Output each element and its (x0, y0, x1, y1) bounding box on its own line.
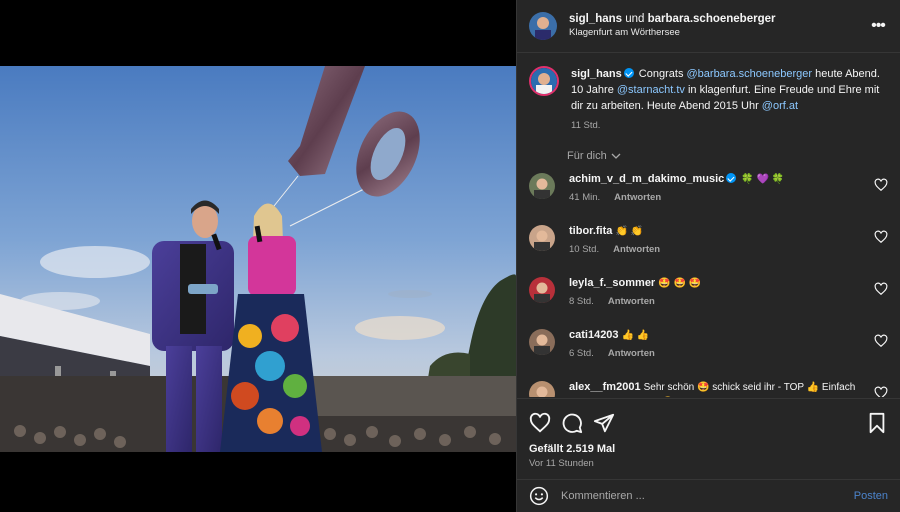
comment-meta: 6 Std. Antworten (569, 347, 874, 361)
reply-button[interactable]: Antworten (613, 244, 660, 255)
avatar-image (531, 68, 557, 94)
comment-item: cati14203 👍 👍 6 Std. Antworten (529, 328, 888, 361)
reply-button[interactable]: Antworten (614, 192, 661, 203)
avatar-image (534, 178, 550, 199)
comment-text: 🍀 💜 🍀 (741, 174, 785, 185)
reply-button[interactable]: Antworten (608, 296, 655, 307)
caption-text: sigl_hans Congrats @barbara.schoeneberge… (571, 66, 888, 134)
post-viewer: sigl_hans und barbara.schoeneberger Klag… (0, 0, 900, 512)
comment-meta: 41 Min. Antworten (569, 191, 874, 205)
comment-item: leyla_f._sommer 🤩 🤩 🤩 8 Std. Antworten (529, 276, 888, 309)
comment-username[interactable]: cati14203 (569, 329, 619, 341)
heart-icon[interactable] (529, 412, 551, 434)
comment-body: achim_v_d_m_dakimo_music 🍀 💜 🍀 41 Min. Ant… (569, 172, 874, 205)
emoji-icon[interactable] (529, 486, 549, 506)
header-and: und (622, 13, 648, 26)
reply-button[interactable]: Antworten (608, 348, 655, 359)
comment-line: cati14203 👍 👍 (569, 328, 874, 343)
comment-body: cati14203 👍 👍 6 Std. Antworten (569, 328, 874, 361)
comment-username[interactable]: tibor.fita (569, 225, 612, 237)
more-icon[interactable]: ••• (868, 16, 888, 36)
header-usernames: sigl_hans und barbara.schoeneberger (569, 12, 868, 27)
comment-time[interactable]: 8 Std. (569, 296, 594, 307)
action-icons (529, 407, 888, 439)
post-comment-button[interactable]: Posten (854, 490, 888, 502)
comment-heart-icon[interactable] (874, 230, 888, 244)
comment-item: achim_v_d_m_dakimo_music 🍀 💜 🍀 41 Min. Ant… (529, 172, 888, 205)
comment-line: leyla_f._sommer 🤩 🤩 🤩 (569, 276, 874, 291)
comment-icon[interactable] (561, 412, 583, 434)
comment-text: 👍 👍 (621, 330, 650, 341)
comment-body: leyla_f._sommer 🤩 🤩 🤩 8 Std. Antworten (569, 276, 874, 309)
comment-item: alex__fm2001 Sehr schön 🤩 schick seid ih… (529, 380, 888, 397)
avatar-image (536, 386, 548, 397)
filter-label: Für dich (567, 150, 607, 162)
share-icon[interactable] (593, 412, 615, 434)
comment-body: tibor.fita 👏 👏 10 Std. Antworten (569, 224, 874, 257)
comment-avatar[interactable] (529, 277, 555, 303)
post-sidebar: sigl_hans und barbara.schoeneberger Klag… (516, 0, 900, 512)
comment-list: achim_v_d_m_dakimo_music 🍀 💜 🍀 41 Min. Ant… (529, 172, 888, 397)
caption-part: Congrats (635, 68, 687, 80)
comment-username[interactable]: alex__fm2001 (569, 381, 641, 393)
header-user1[interactable]: sigl_hans (569, 13, 622, 25)
header-user2[interactable]: barbara.schoeneberger (648, 13, 776, 25)
comment-heart-icon[interactable] (874, 178, 888, 192)
likes-count[interactable]: Gefällt 2.519 Mal (529, 443, 888, 455)
comment-input[interactable] (561, 490, 854, 502)
avatar-image (534, 334, 550, 355)
comment-meta: 8 Std. Antworten (569, 295, 874, 309)
header-location[interactable]: Klagenfurt am Wörthersee (569, 27, 868, 39)
caption-avatar[interactable] (529, 66, 559, 96)
comment-heart-icon[interactable] (874, 386, 888, 397)
caption-time[interactable]: 11 Std. (571, 120, 600, 131)
mention-link[interactable]: @starnacht.tv (617, 84, 685, 96)
comment-line: tibor.fita 👏 👏 (569, 224, 874, 239)
caption-username[interactable]: sigl_hans (571, 68, 622, 80)
comment-avatar[interactable] (529, 329, 555, 355)
header-text: sigl_hans und barbara.schoeneberger Klag… (569, 12, 868, 39)
comment-username[interactable]: leyla_f._sommer (569, 277, 655, 289)
comment-time[interactable]: 6 Std. (569, 348, 594, 359)
caption: sigl_hans Congrats @barbara.schoeneberge… (529, 66, 888, 134)
comment-time[interactable]: 41 Min. (569, 192, 600, 203)
chevron-down-icon (611, 153, 621, 159)
avatar-image (529, 12, 557, 40)
comment-text: 🤩 🤩 🤩 (658, 278, 702, 289)
post-actions: Gefällt 2.519 Mal Vor 11 Stunden (517, 398, 900, 469)
comment-text: 👏 👏 (615, 226, 644, 237)
comment-line: achim_v_d_m_dakimo_music 🍀 💜 🍀 (569, 172, 874, 187)
mention-link[interactable]: @orf.at (762, 100, 798, 112)
comment-composer: Posten (517, 479, 900, 512)
comment-time[interactable]: 10 Std. (569, 244, 599, 255)
comment-body: alex__fm2001 Sehr schön 🤩 schick seid ih… (569, 380, 874, 397)
post-photo[interactable] (0, 66, 516, 452)
post-header: sigl_hans und barbara.schoeneberger Klag… (517, 0, 900, 53)
post-time[interactable]: Vor 11 Stunden (529, 458, 888, 469)
comment-heart-icon[interactable] (874, 282, 888, 296)
mention-link[interactable]: @barbara.schoeneberger (687, 68, 813, 80)
comments-area[interactable]: sigl_hans Congrats @barbara.schoeneberge… (517, 54, 900, 397)
comment-heart-icon[interactable] (874, 334, 888, 348)
event-photo-image (0, 66, 516, 452)
comment-filter[interactable]: Für dich (567, 150, 888, 162)
comment-avatar[interactable] (529, 381, 555, 397)
comment-avatar[interactable] (529, 225, 555, 251)
verified-icon (726, 173, 737, 183)
avatar-image (534, 230, 550, 251)
post-media[interactable] (0, 0, 516, 512)
bookmark-icon[interactable] (866, 412, 888, 434)
comment-meta: 10 Std. Antworten (569, 243, 874, 257)
comment-avatar[interactable] (529, 173, 555, 199)
comment-line: alex__fm2001 Sehr schön 🤩 schick seid ih… (569, 380, 874, 397)
comment-username[interactable]: achim_v_d_m_dakimo_music (569, 173, 724, 185)
caption-meta: 11 Std. (571, 118, 888, 134)
verified-icon (623, 68, 634, 78)
header-avatar[interactable] (529, 12, 557, 40)
avatar-image (534, 282, 550, 303)
comment-item: tibor.fita 👏 👏 10 Std. Antworten (529, 224, 888, 257)
